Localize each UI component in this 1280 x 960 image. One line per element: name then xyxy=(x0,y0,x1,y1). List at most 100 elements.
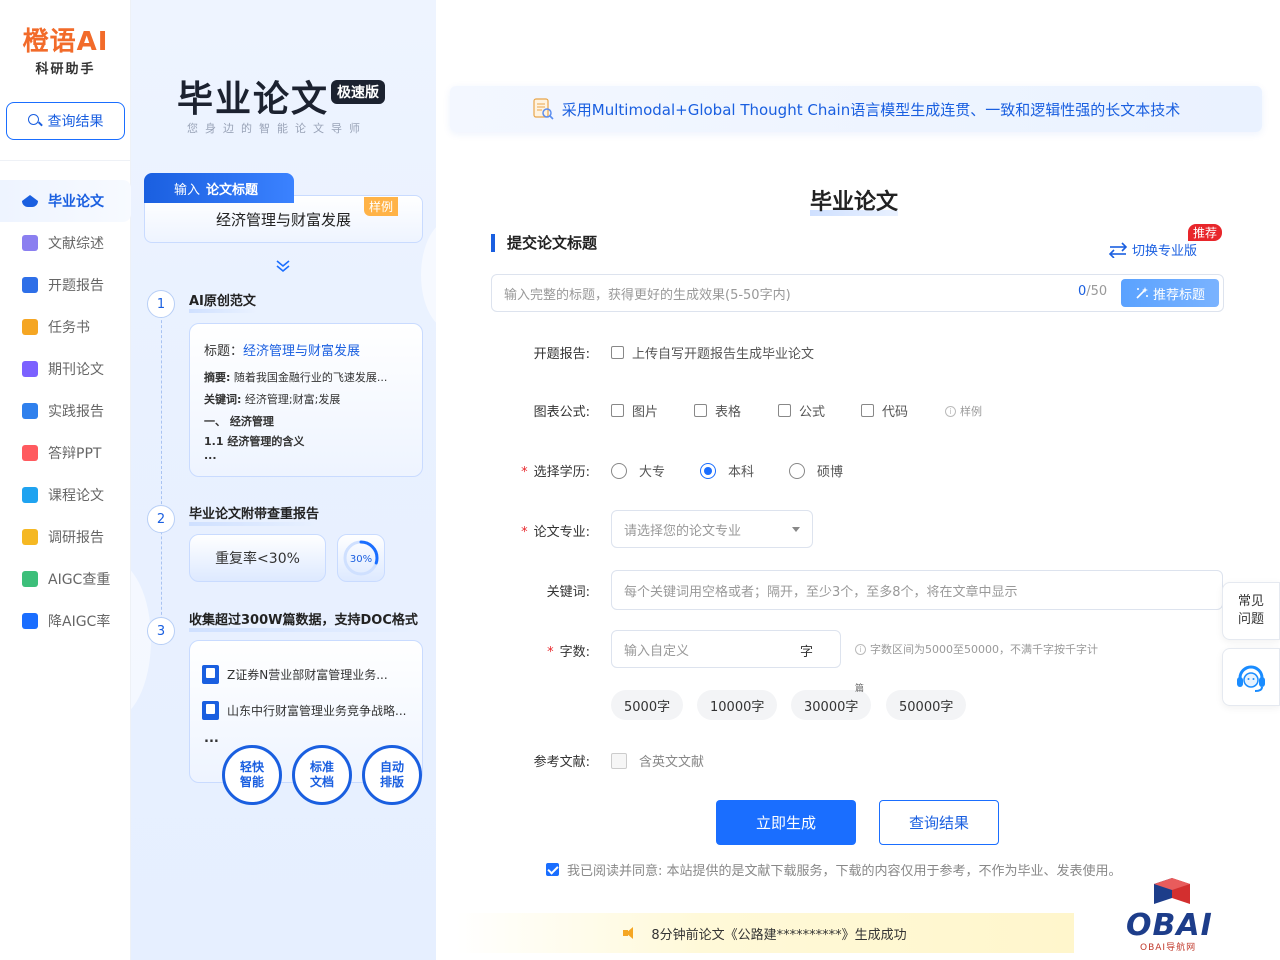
generation-ticker: 8分钟前论文《公路建**********》生成成功 xyxy=(456,913,1074,953)
option-code-checkbox[interactable]: 代码 xyxy=(861,401,908,420)
proposal-label: 开题报告: xyxy=(533,347,590,362)
sidebar-item-9[interactable]: AIGC查重 xyxy=(0,558,131,600)
sidebar-divider xyxy=(0,160,131,161)
sample-title-line: 标题：经济管理与财富发展 xyxy=(204,340,408,359)
sample-tag: 样例 xyxy=(364,197,399,216)
wordcount-chip-5000[interactable]: 5000字 xyxy=(611,690,684,720)
title-input[interactable]: 输入完整的标题，获得更好的生成效果(5-50字内) xyxy=(491,274,1224,312)
section-title: 提交论文标题 xyxy=(491,234,597,252)
checkbox-box[interactable] xyxy=(694,404,707,417)
sample-more: ... xyxy=(204,449,217,462)
nav-icon xyxy=(22,571,38,587)
major-select[interactable]: 请选择您的论文专业 xyxy=(611,510,813,548)
doc-title: 山东中行财富管理业务竞争战略... xyxy=(227,703,407,718)
ticker-text: 8分钟前论文《公路建**********》生成成功 xyxy=(651,927,907,943)
swap-arrows-icon xyxy=(1108,241,1128,258)
option-formula-checkbox[interactable]: 公式 xyxy=(778,401,825,420)
sidebar-item-4[interactable]: 期刊论文 xyxy=(0,348,131,390)
sidebar-item-label: 文献综述 xyxy=(48,236,104,252)
wordcount-chip-30000[interactable]: 30000字 xyxy=(791,690,872,720)
sample-heading-2: 1.1 经济管理的含义 xyxy=(204,435,305,448)
watermark-subtext: OBAI导航网 xyxy=(1140,943,1197,953)
proposal-upload-checkbox[interactable]: 上传自写开题报告生成毕业论文 xyxy=(611,343,814,362)
degree-radio-college[interactable]: 大专 xyxy=(611,461,665,480)
search-icon xyxy=(27,114,42,128)
english-refs-checkbox[interactable]: 含英文文献 xyxy=(611,751,704,770)
step-title: AI原创范文 xyxy=(189,290,256,313)
keywords-label: 关键词: xyxy=(204,393,242,406)
switch-pro-link[interactable]: 切换专业版 xyxy=(1108,240,1197,259)
checkbox-box[interactable] xyxy=(611,404,624,417)
sidebar-item-8[interactable]: 调研报告 xyxy=(0,516,131,558)
promo-panel: 毕业论文 极速版 您身边的智能论文导师 经济管理与财富发展 输入 论文标题 样例… xyxy=(131,0,436,960)
references-label: 参考文献: xyxy=(533,755,590,770)
wordcount-chip-10000[interactable]: 10000字 xyxy=(697,690,778,720)
option-image-checkbox[interactable]: 图片 xyxy=(611,401,658,420)
sidebar-item-5[interactable]: 实践报告 xyxy=(0,390,131,432)
radio-circle[interactable] xyxy=(789,462,805,479)
option-table-checkbox[interactable]: 表格 xyxy=(694,401,741,420)
sidebar-item-3[interactable]: 任务书 xyxy=(0,306,131,348)
customer-service-button[interactable] xyxy=(1222,648,1280,706)
radio-circle[interactable] xyxy=(611,462,627,479)
document-icon xyxy=(202,664,219,684)
nav-icon xyxy=(22,235,38,251)
degree-radio-master[interactable]: 硕博 xyxy=(789,461,843,480)
nav-icon xyxy=(22,277,38,293)
agreement-checkbox[interactable] xyxy=(546,863,559,876)
recommend-badge: 推荐 xyxy=(1188,224,1223,241)
radio-circle-selected[interactable] xyxy=(700,462,716,479)
abstract-text: 随着我国金融行业的飞速发展... xyxy=(233,371,388,384)
step-number: 3 xyxy=(147,617,175,645)
sidebar-item-6[interactable]: 答辩PPT xyxy=(0,432,131,474)
sidebar-item-2[interactable]: 开题报告 xyxy=(0,264,131,306)
step-number: 2 xyxy=(147,505,175,533)
wordcount-chip-50000[interactable]: 50000字 xyxy=(886,690,967,720)
sidebar-item-label: 毕业论文 xyxy=(48,194,104,210)
sidebar-item-label: 课程论文 xyxy=(48,488,104,504)
banner-text: 采用Multimodal+Global Thought Chain语言模型生成连… xyxy=(561,100,1181,119)
keywords-input[interactable]: 每个关键词用空格或者；隔开，至少3个，至多8个，将在文章中显示 xyxy=(611,570,1223,610)
nav-icon xyxy=(22,319,38,335)
brand-subtitle: 科研助手 xyxy=(35,62,96,77)
caret-down-icon xyxy=(792,527,800,532)
query-results-button[interactable]: 查询结果 xyxy=(879,800,999,845)
step-title-text: AI原创范文 xyxy=(189,294,256,309)
sample-keywords: 关键词: 经济管理;财富;发展 xyxy=(204,391,408,407)
degree-radio-bachelor[interactable]: 本科 xyxy=(700,461,754,480)
nav-icon xyxy=(22,403,38,419)
keywords-label: 关键词: xyxy=(546,585,590,600)
sample-heading-1: 一、 经济管理 xyxy=(204,415,274,428)
magic-wand-icon xyxy=(1136,287,1148,299)
checkbox-box[interactable] xyxy=(778,404,791,417)
brand-logo[interactable]: 橙语AI 科研助手 xyxy=(0,26,131,77)
sidebar-item-7[interactable]: 课程论文 xyxy=(0,474,131,516)
watermark-text: OBAI xyxy=(1126,908,1213,943)
charts-sample-link[interactable]: i 样例 xyxy=(945,403,982,419)
recommend-title-button[interactable]: 推荐标题 xyxy=(1121,279,1219,307)
decor-glow xyxy=(421,220,436,330)
nav-icon xyxy=(22,361,38,377)
feature-badge-layout: 自动 排版 xyxy=(362,745,422,805)
sidebar-item-1[interactable]: 文献综述 xyxy=(0,222,131,264)
tech-banner: 采用Multimodal+Global Thought Chain语言模型生成连… xyxy=(450,86,1262,132)
sidebar-item-label: AIGC查重 xyxy=(48,572,111,588)
sample-abstract: 摘要: 随着我国金融行业的飞速发展... xyxy=(204,369,408,385)
step-number: 1 xyxy=(147,290,175,318)
faq-float-button[interactable]: 常见 问题 xyxy=(1222,582,1280,640)
doc-row: Z证券N营业部财富管理业务... xyxy=(202,664,388,684)
page-title: 毕业论文 xyxy=(810,184,899,216)
sidebar-item-10[interactable]: 降AIGC率 xyxy=(0,600,131,642)
checkbox-box[interactable] xyxy=(611,346,624,359)
checkbox-box[interactable] xyxy=(861,404,874,417)
sidebar-query-button[interactable]: 查询结果 xyxy=(6,102,125,140)
generate-button[interactable]: 立即生成 xyxy=(716,800,856,845)
recommend-title-label: 推荐标题 xyxy=(1152,287,1205,303)
sidebar-item-0[interactable]: 毕业论文 xyxy=(0,180,131,222)
feature-badge-fast: 轻快 智能 xyxy=(222,745,282,805)
sidebar-item-label: 答辩PPT xyxy=(48,446,102,462)
checkbox-box[interactable] xyxy=(611,752,627,769)
sample-essay-card: 标题：经济管理与财富发展 摘要: 随着我国金融行业的飞速发展... 关键词: 经… xyxy=(189,323,423,477)
abstract-label: 摘要: xyxy=(204,371,231,384)
decor-glow xyxy=(131,560,151,720)
